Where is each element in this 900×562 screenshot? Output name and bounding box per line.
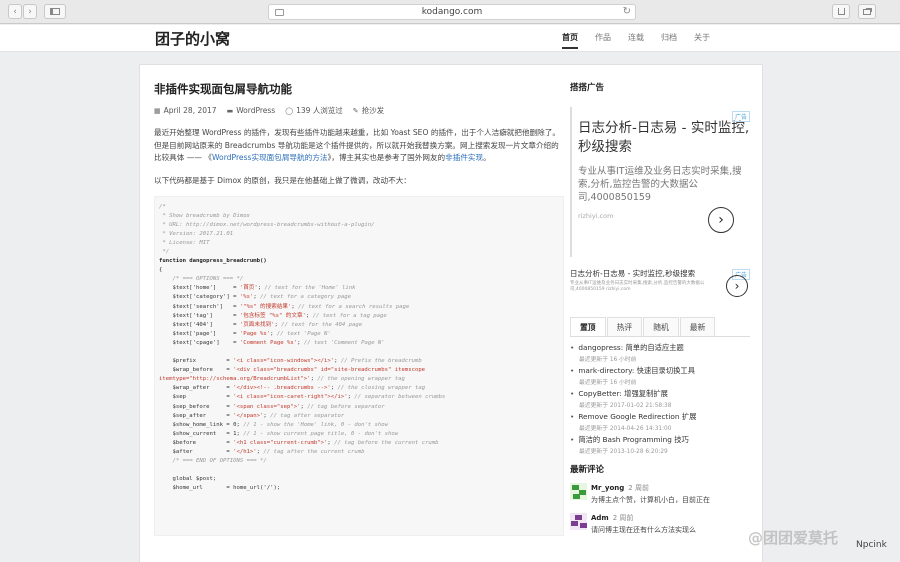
back-button[interactable]: ‹ (8, 4, 22, 19)
watermark: @团团爱莫托 (748, 529, 839, 547)
post-updated: 最近更新于 2017-01-02 21:58:38 (579, 403, 672, 409)
ad-headline[interactable]: 日志分析-日志易 - 实时监控,秒级搜索 (578, 107, 750, 157)
comment-text[interactable]: 为博主点个赞，计算机小白，目前正在 (591, 495, 710, 505)
post-meta: ▦ April 28, 2017 ▬ WordPress ◯ 139 人浏览过 ✎ 抢沙… (154, 105, 562, 116)
nav-item-about[interactable]: 关于 (694, 32, 710, 49)
comment-text[interactable]: 请问博主现在还有什么方法实现么 (591, 525, 696, 535)
page-icon (275, 9, 284, 16)
list-item: dangopress: 简单的自适应主题最近更新于 16 小时前 (570, 343, 750, 363)
post-tabs: 置顶 热评 随机 最新 (570, 317, 750, 337)
code-block[interactable]: /* * Show breadcrumb by Dimox * URL: htt… (154, 195, 564, 536)
avatar[interactable] (570, 483, 587, 500)
para-text: 》，博主其实也是参考了国外网友的 (327, 153, 446, 162)
post-paragraph: 最近开始整理 WordPress 的插件，发现有些插件功能越来越重，比如 Yoa… (154, 127, 562, 165)
ad-description: 专业从事IT运维及业务日志实时采集,搜索,分析,监控告警的大数据公司,40008… (570, 281, 705, 292)
address-bar[interactable]: kodango.com ↻ (268, 4, 636, 20)
list-item: CopyBetter: 增强复制扩展最近更新于 2017-01-02 21:58… (570, 389, 750, 409)
forward-icon: › (28, 6, 32, 17)
post-updated: 最近更新于 16 小时前 (579, 357, 637, 363)
para-text: 。 (483, 153, 491, 162)
comment-item: Adm 2 周前 请问博主现在还有什么方法实现么 (570, 513, 750, 535)
post-title[interactable]: 非插件实现面包屑导航功能 (154, 81, 562, 97)
comment-author[interactable]: Mr_yong (591, 484, 624, 492)
tabs-icon (863, 8, 871, 15)
post-link[interactable]: 简洁的 Bash Programming 技巧 (570, 435, 750, 445)
post-link[interactable]: dangopress: 简单的自适应主题 (570, 343, 750, 353)
nav-item-works[interactable]: 作品 (595, 32, 611, 49)
post-paragraph-2: 以下代码都是基于 Dimox 的原创，我只是在他基础上做了微调，改动不大： (154, 175, 411, 185)
comment-author[interactable]: Adm (591, 514, 609, 522)
post-link[interactable]: Remove Google Redirection 扩展 (570, 412, 750, 422)
post-list: dangopress: 简单的自适应主题最近更新于 16 小时前 mark-di… (570, 343, 750, 455)
tabs-button[interactable] (858, 4, 876, 19)
browser-toolbar: ‹ › kodango.com ↻ (0, 0, 900, 24)
calendar-icon: ▦ (154, 106, 161, 115)
post-updated: 最近更新于 16 小时前 (579, 380, 637, 386)
eye-icon: ◯ (285, 106, 294, 115)
avatar[interactable] (570, 513, 587, 530)
post-updated: 最近更新于 2014-04-26 14:31:00 (579, 426, 672, 432)
post-updated: 最近更新于 2013-10-28 6:20:29 (579, 449, 668, 455)
nav-item-series[interactable]: 连载 (628, 32, 644, 49)
sidebar-icon (50, 8, 60, 15)
chevron-right-icon[interactable]: › (726, 275, 748, 297)
ad-headline[interactable]: 日志分析-日志易 - 实时监控,秒级搜索 (570, 269, 710, 279)
chevron-right-icon[interactable]: › (708, 207, 734, 233)
ad-badge: 广告 (731, 111, 750, 122)
comment-time: 2 周前 (612, 514, 634, 522)
sidebar-toggle-button[interactable] (44, 4, 66, 19)
tab-sticky[interactable]: 置顶 (570, 317, 606, 336)
link-wordpress-breadcrumb[interactable]: WordPress实现面包屑导航的方法 (212, 153, 327, 162)
share-button[interactable] (832, 4, 850, 19)
post-link[interactable]: CopyBetter: 增强复制扩展 (570, 389, 750, 399)
ad-description: 专业从事IT运维及业务日志实时采集,搜索,分析,监控告警的大数据公司,40008… (578, 166, 742, 203)
post-link[interactable]: mark-directory: 快速目录切换工具 (570, 366, 750, 376)
comment-list: Mr_yong 2 周前 为博主点个赞，计算机小白，目前正在 Adm 2 周前 请问… (570, 483, 750, 535)
ad-banner-small[interactable]: 广告 日志分析-日志易 - 实时监控,秒级搜索 专业从事IT运维及业务日志实时采… (570, 269, 750, 305)
post-views: 139 人浏览过 (296, 106, 343, 115)
share-icon (837, 8, 845, 15)
content-card: 非插件实现面包屑导航功能 ▦ April 28, 2017 ▬ WordPress … (139, 64, 763, 562)
tab-latest[interactable]: 最新 (679, 317, 716, 336)
comments-section-title: 最新评论 (570, 465, 605, 475)
ad-section-title: 搭搭广告 (570, 83, 605, 93)
list-item: 简洁的 Bash Programming 技巧最近更新于 2013-10-28 … (570, 435, 750, 455)
list-item: mark-directory: 快速目录切换工具最近更新于 16 小时前 (570, 366, 750, 386)
url-text: kodango.com (421, 7, 483, 17)
post-date: April 28, 2017 (163, 106, 217, 115)
tab-hot[interactable]: 热评 (606, 317, 643, 336)
comment-item: Mr_yong 2 周前 为博主点个赞，计算机小白，目前正在 (570, 483, 750, 505)
tab-random[interactable]: 随机 (643, 317, 679, 336)
post-category[interactable]: WordPress (236, 106, 275, 115)
list-item: Remove Google Redirection 扩展最近更新于 2014-0… (570, 412, 750, 432)
main-nav: 首页 作品 连载 归档 关于 (562, 32, 727, 49)
reload-icon[interactable]: ↻ (623, 6, 631, 17)
watermark-sub: Npcink (856, 540, 887, 550)
back-icon: ‹ (13, 6, 17, 17)
folder-icon: ▬ (226, 106, 234, 115)
post-article: 非插件实现面包屑导航功能 ▦ April 28, 2017 ▬ WordPress … (154, 81, 564, 536)
nav-item-home[interactable]: 首页 (562, 32, 578, 49)
comment-time: 2 周前 (628, 484, 649, 492)
site-logo[interactable]: 团子的小窝 (155, 28, 230, 49)
comment-icon: ✎ (352, 106, 359, 115)
link-non-plugin[interactable]: 非插件实现 (445, 153, 483, 162)
nav-item-archive[interactable]: 归档 (661, 32, 677, 49)
site-header: 团子的小窝 首页 作品 连载 归档 关于 (0, 25, 900, 52)
post-comment-link[interactable]: 抢沙发 (362, 105, 385, 116)
forward-button[interactable]: › (23, 4, 37, 19)
ad-banner[interactable]: 广告 日志分析-日志易 - 实时监控,秒级搜索 专业从事IT运维及业务日志实时采… (570, 107, 750, 257)
sidebar: 搭搭广告 广告 日志分析-日志易 - 实时监控,秒级搜索 专业从事IT运维及业务… (570, 81, 750, 535)
